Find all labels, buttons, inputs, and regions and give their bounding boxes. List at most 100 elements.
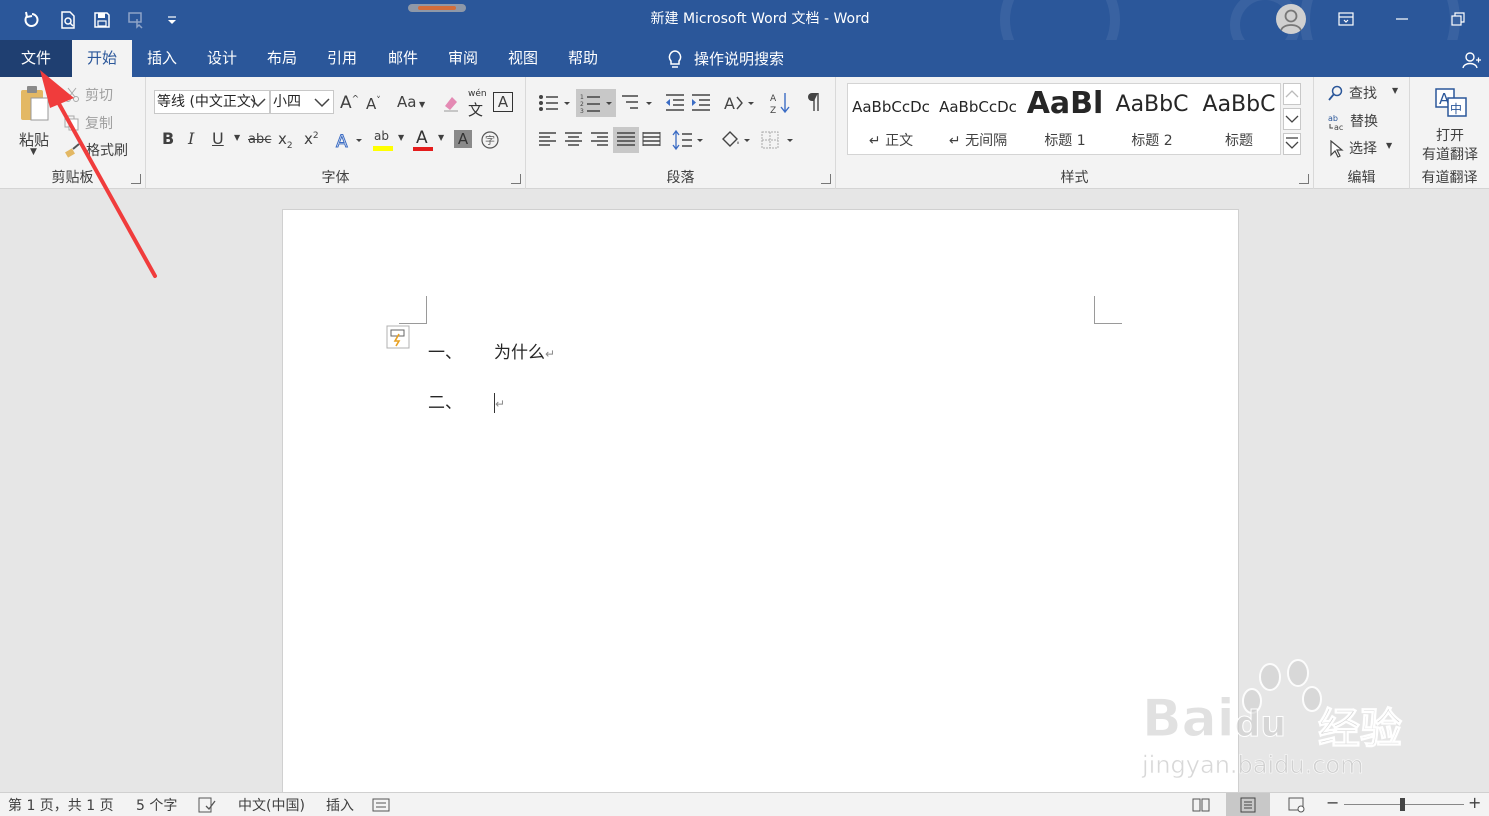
font-size-value: 小四	[273, 94, 301, 110]
touch-mode-icon[interactable]	[122, 6, 150, 34]
print-layout-button[interactable]	[1226, 793, 1270, 816]
select-button[interactable]: 选择 ▼	[1328, 138, 1406, 160]
tab-mailings[interactable]: 邮件	[377, 40, 429, 77]
align-left-icon[interactable]	[538, 131, 558, 149]
char-shading-icon[interactable]: A	[454, 130, 472, 148]
align-right-icon[interactable]	[590, 131, 610, 149]
gallery-scroll-down-icon[interactable]	[1283, 108, 1301, 130]
highlight-color-button[interactable]: ab ▼	[372, 129, 406, 153]
language-indicator[interactable]: 中文(中国)	[238, 795, 305, 815]
watermark-brand: Baidu	[1142, 689, 1287, 750]
margin-corner-mark	[399, 296, 427, 324]
shading-icon[interactable]	[720, 129, 752, 151]
account-avatar-icon[interactable]	[1276, 4, 1306, 34]
decrease-indent-icon[interactable]	[664, 93, 686, 113]
print-preview-icon[interactable]	[54, 6, 82, 34]
autocorrect-options-icon[interactable]	[386, 325, 410, 349]
list-item[interactable]: 一、 为什么↵	[428, 338, 555, 363]
svg-text:1: 1	[580, 94, 584, 101]
italic-button[interactable]: I	[188, 129, 194, 148]
tell-me-search[interactable]: 操作说明搜索	[666, 40, 784, 77]
underline-dropdown-icon[interactable]: ▼	[234, 133, 240, 142]
char-border-label: A	[497, 93, 509, 111]
font-color-button[interactable]: A ▼	[412, 128, 446, 153]
text-effects-icon[interactable]: A	[334, 131, 364, 151]
group-label-paragraph: 段落	[666, 170, 695, 186]
multilevel-list-icon[interactable]	[620, 93, 654, 113]
web-layout-icon[interactable]	[1288, 797, 1306, 813]
zoom-in-icon[interactable]: +	[1468, 793, 1481, 812]
svg-text:ab: ab	[1328, 114, 1338, 123]
shrink-font-button[interactable]: A˅	[366, 95, 381, 113]
distributed-icon[interactable]	[642, 131, 662, 149]
change-case-button[interactable]: Aa ▼	[397, 93, 425, 111]
replace-button[interactable]: ab ac 替换	[1328, 111, 1400, 133]
subscript-button[interactable]: x2	[278, 130, 293, 151]
font-name-combo[interactable]: 等线 (中文正文)	[154, 90, 270, 114]
customize-qat-icon[interactable]	[158, 6, 186, 34]
superscript-button[interactable]: x2	[304, 130, 319, 148]
share-person-icon[interactable]	[1461, 50, 1481, 70]
char-border-button[interactable]: A	[493, 92, 513, 112]
style-title[interactable]: AaBbC 标题	[1196, 84, 1282, 154]
watermark-cn: 经验	[1317, 704, 1403, 754]
macro-recording-icon[interactable]	[372, 797, 390, 813]
group-youdao: A中 打开 有道翻译 有道翻译	[1410, 77, 1489, 189]
numbering-button[interactable]: 123	[576, 89, 616, 117]
search-icon	[1328, 85, 1343, 101]
tab-design[interactable]: 设计	[196, 40, 248, 77]
chinese-layout-icon[interactable]: A	[724, 93, 758, 113]
style-preview: AaBbCcDc	[852, 98, 930, 116]
line-spacing-icon[interactable]	[672, 129, 706, 151]
show-marks-icon[interactable]	[804, 91, 824, 113]
restore-icon[interactable]	[1430, 0, 1486, 38]
gallery-scroll-up-icon[interactable]	[1283, 83, 1301, 105]
word-count[interactable]: 5 个字	[136, 795, 177, 815]
enclose-character-icon[interactable]: 字	[480, 130, 500, 150]
zoom-out-icon[interactable]: −	[1326, 793, 1339, 812]
strikethrough-button[interactable]: abc	[248, 132, 271, 147]
tab-layout[interactable]: 布局	[256, 40, 308, 77]
proofing-icon[interactable]	[198, 797, 216, 813]
style-heading-2[interactable]: AaBbC 标题 2	[1109, 84, 1195, 154]
paragraph-mark: ↵	[495, 397, 506, 411]
svg-text:A: A	[770, 94, 777, 104]
style-name: 标题	[1225, 133, 1253, 149]
tab-view[interactable]: 视图	[497, 40, 549, 77]
style-normal[interactable]: AaBbCcDc ↵ 正文	[848, 84, 934, 154]
styles-launcher-icon[interactable]	[1299, 174, 1309, 184]
styles-gallery: AaBbCcDc ↵ 正文 AaBbCcDc ↵ 无间隔 AaBl 标题 1 A…	[847, 83, 1281, 155]
minimize-icon[interactable]	[1374, 0, 1430, 38]
paragraph-launcher-icon[interactable]	[821, 174, 831, 184]
borders-icon[interactable]	[760, 129, 796, 151]
phonetic-guide-button[interactable]: wén 文	[468, 89, 487, 120]
list-item[interactable]: 二、 ↵	[428, 388, 505, 413]
sort-icon[interactable]: AZ	[770, 91, 792, 115]
open-youdao-button[interactable]: A中 打开 有道翻译	[1416, 85, 1486, 163]
gallery-more-icon[interactable]	[1283, 133, 1301, 155]
tab-review[interactable]: 审阅	[437, 40, 489, 77]
style-name: ↵ 无间隔	[948, 133, 1008, 149]
tab-references[interactable]: 引用	[316, 40, 368, 77]
increase-indent-icon[interactable]	[690, 93, 712, 113]
read-mode-icon[interactable]	[1192, 797, 1210, 813]
tab-help[interactable]: 帮助	[557, 40, 609, 77]
undo-icon[interactable]	[18, 6, 46, 34]
style-heading-1[interactable]: AaBl 标题 1	[1022, 84, 1108, 154]
underline-button[interactable]: U	[212, 129, 224, 148]
insert-mode[interactable]: 插入	[326, 795, 354, 815]
bullets-icon[interactable]	[538, 93, 572, 113]
zoom-slider-thumb[interactable]	[1400, 798, 1405, 811]
save-icon[interactable]	[88, 6, 116, 34]
ribbon-display-icon[interactable]	[1318, 0, 1374, 38]
align-center-icon[interactable]	[564, 131, 584, 149]
grow-font-button[interactable]: A^	[340, 93, 359, 113]
style-no-spacing[interactable]: AaBbCcDc ↵ 无间隔	[935, 84, 1021, 154]
font-size-combo[interactable]: 小四	[270, 90, 334, 114]
justify-button[interactable]	[613, 127, 639, 153]
page-count[interactable]: 第 1 页，共 1 页	[8, 795, 114, 815]
clear-formatting-icon[interactable]	[442, 94, 460, 112]
font-launcher-icon[interactable]	[511, 174, 521, 184]
find-button[interactable]: 查找 ▼	[1328, 83, 1406, 105]
document-page[interactable]: 一、 为什么↵ 二、 ↵	[283, 210, 1238, 792]
